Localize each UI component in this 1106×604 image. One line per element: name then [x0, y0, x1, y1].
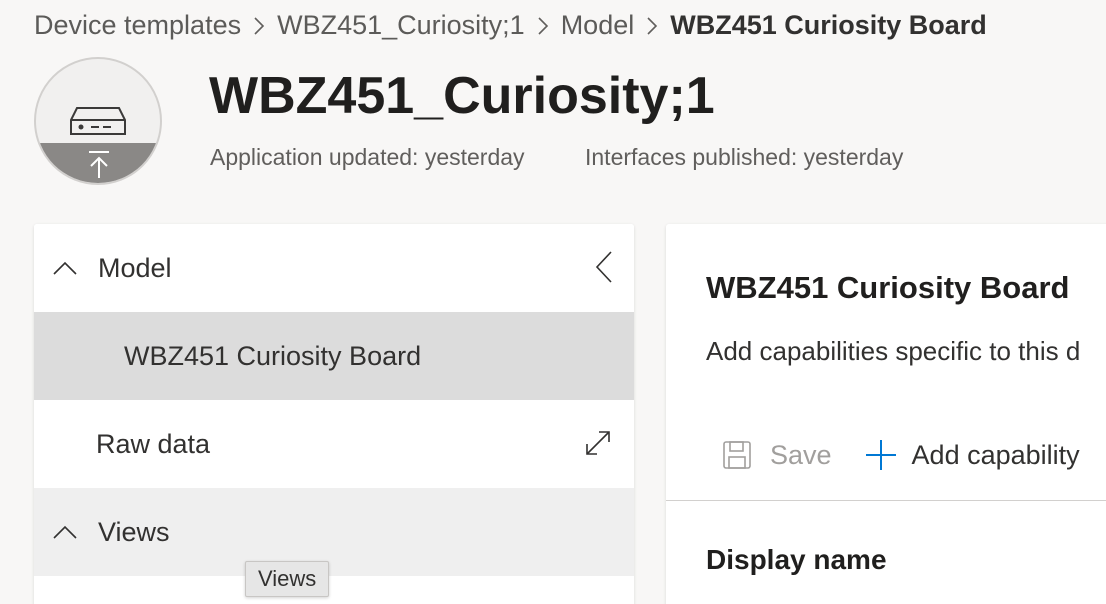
breadcrumb: Device templates WBZ451_Curiosity;1 Mode… [34, 10, 987, 41]
chevron-right-icon [537, 15, 549, 37]
model-navigation-panel: Model WBZ451 Curiosity Board Raw data Vi… [34, 224, 634, 604]
template-avatar [34, 57, 162, 185]
model-section-header[interactable]: Model [34, 224, 634, 312]
component-title: WBZ451 Curiosity Board [706, 270, 1070, 305]
toolbar-divider [666, 500, 1106, 501]
display-name-column-header: Display name [706, 544, 887, 575]
breadcrumb-model[interactable]: Model [561, 10, 635, 41]
nav-item-wbz451-curiosity-board[interactable]: WBZ451 Curiosity Board [34, 312, 634, 400]
nav-item-label: WBZ451 Curiosity Board [124, 340, 422, 371]
app-updated-status: Application updated: yesterday [210, 144, 525, 170]
breadcrumb-device-templates[interactable]: Device templates [34, 10, 241, 41]
device-icon [69, 104, 127, 143]
add-capability-label: Add capability [911, 439, 1080, 470]
views-tooltip: Views [245, 561, 330, 597]
collapse-panel-icon[interactable] [594, 250, 614, 284]
save-icon [723, 441, 751, 469]
component-toolbar: Save Add capability [722, 438, 1080, 472]
plus-icon [865, 440, 896, 470]
interfaces-published-status: Interfaces published: yesterday [585, 144, 904, 170]
save-label: Save [770, 439, 832, 470]
views-section-label: Views [98, 516, 170, 547]
save-button[interactable]: Save [722, 440, 832, 471]
breadcrumb-template[interactable]: WBZ451_Curiosity;1 [277, 10, 525, 41]
model-section-label: Model [98, 252, 172, 283]
nav-item-label: Raw data [96, 428, 211, 459]
upload-icon [89, 151, 109, 178]
expand-icon[interactable] [584, 429, 612, 457]
nav-item-raw-data[interactable]: Raw data [34, 400, 634, 488]
component-description: Add capabilities specific to this d [706, 336, 1081, 366]
chevron-right-icon [253, 15, 265, 37]
add-capability-button[interactable]: Add capability [864, 438, 1080, 472]
page-title: WBZ451_Curiosity;1 [209, 67, 715, 125]
upload-image-button[interactable] [36, 143, 160, 183]
breadcrumb-current: WBZ451 Curiosity Board [670, 10, 987, 40]
views-section-header[interactable]: Views [34, 488, 634, 576]
chevron-up-icon[interactable] [52, 524, 78, 540]
chevron-right-icon [646, 15, 658, 37]
chevron-up-icon[interactable] [52, 260, 78, 276]
component-detail-panel: WBZ451 Curiosity Board Add capabilities … [666, 224, 1106, 604]
